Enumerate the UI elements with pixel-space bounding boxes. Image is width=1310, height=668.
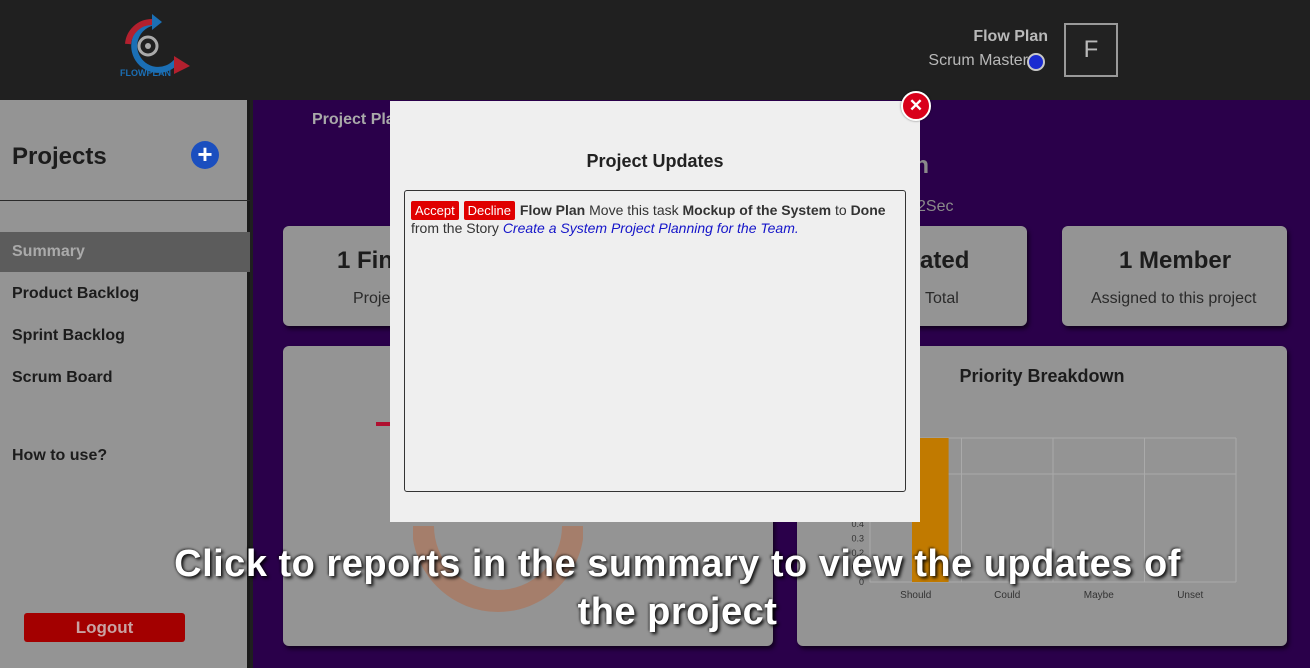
story-link[interactable]: Create a System Project Planning for the… [503, 220, 795, 236]
project-time: 2Sec [917, 198, 954, 215]
logo-text: FLOWPLAN [120, 68, 171, 78]
user-role: Scrum Master [928, 52, 1028, 69]
sidebar-item-summary[interactable]: Summary [0, 232, 250, 272]
card-label: Proje [353, 290, 391, 307]
modal-title: Project Updates [586, 151, 724, 171]
update-status: Done [850, 202, 886, 218]
update-text-from: from the Story [411, 220, 499, 236]
sidebar-item-product-backlog[interactable]: Product Backlog [0, 274, 250, 314]
update-text: Move this task [589, 202, 679, 218]
top-header: FLOWPLAN Flow Plan Scrum Master F [0, 0, 1310, 100]
close-icon[interactable]: ✕ [901, 91, 931, 121]
status-indicator-icon [1027, 53, 1045, 71]
accept-button[interactable]: Accept [411, 201, 459, 220]
user-name: Flow Plan [973, 28, 1048, 45]
breadcrumb[interactable]: Project Pla [312, 111, 395, 129]
story-period: . [794, 220, 799, 236]
card-value: 1 Member [1119, 247, 1232, 274]
sidebar-item-scrum-board[interactable]: Scrum Board [0, 358, 250, 398]
sidebar-item-sprint-backlog[interactable]: Sprint Backlog [0, 316, 250, 356]
update-task: Mockup of the System [682, 202, 832, 218]
card-value: 1 Fin [337, 247, 394, 274]
card-label: Assigned to this project [1091, 290, 1257, 307]
update-text-to: to [834, 202, 847, 218]
flowplan-logo[interactable]: FLOWPLAN [118, 14, 194, 80]
sidebar-divider [0, 200, 250, 201]
avatar[interactable]: F [1064, 23, 1118, 77]
update-user: Flow Plan [519, 202, 586, 218]
card-value: ated [920, 247, 970, 274]
sidebar-item-how-to-use[interactable]: How to use? [0, 436, 250, 476]
card-label: Total [925, 290, 959, 307]
add-project-button[interactable]: + [191, 141, 219, 169]
tutorial-caption: Click to reports in the summary to view … [174, 543, 1181, 633]
project-updates-modal: Project Updates Accept Decline Flow Plan… [390, 101, 920, 522]
projects-title: Projects [12, 143, 107, 170]
member-card[interactable]: 1 Member Assigned to this project [1062, 226, 1287, 326]
decline-button[interactable]: Decline [463, 201, 515, 220]
update-list: Accept Decline Flow Plan Move this task … [404, 190, 906, 492]
